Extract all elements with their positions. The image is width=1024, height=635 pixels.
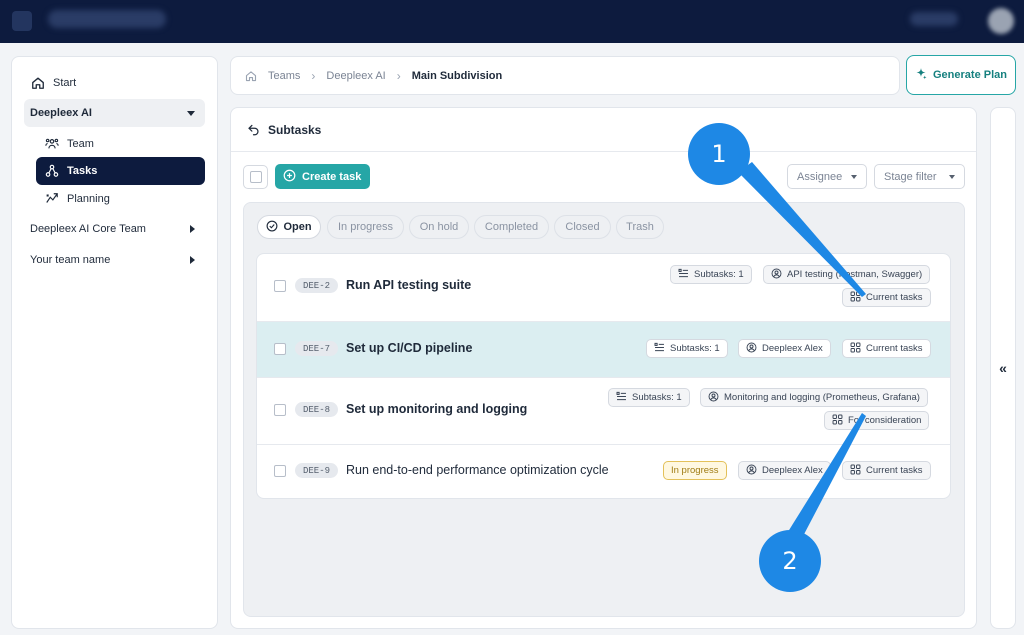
callout-badge-2: 2: [759, 530, 821, 592]
callout-arrows: [738, 162, 866, 561]
callout-badge-1: 1: [688, 123, 750, 185]
callout-1-arrow: [738, 162, 866, 297]
callout-number: 1: [711, 140, 727, 168]
callout-number: 2: [782, 547, 798, 575]
